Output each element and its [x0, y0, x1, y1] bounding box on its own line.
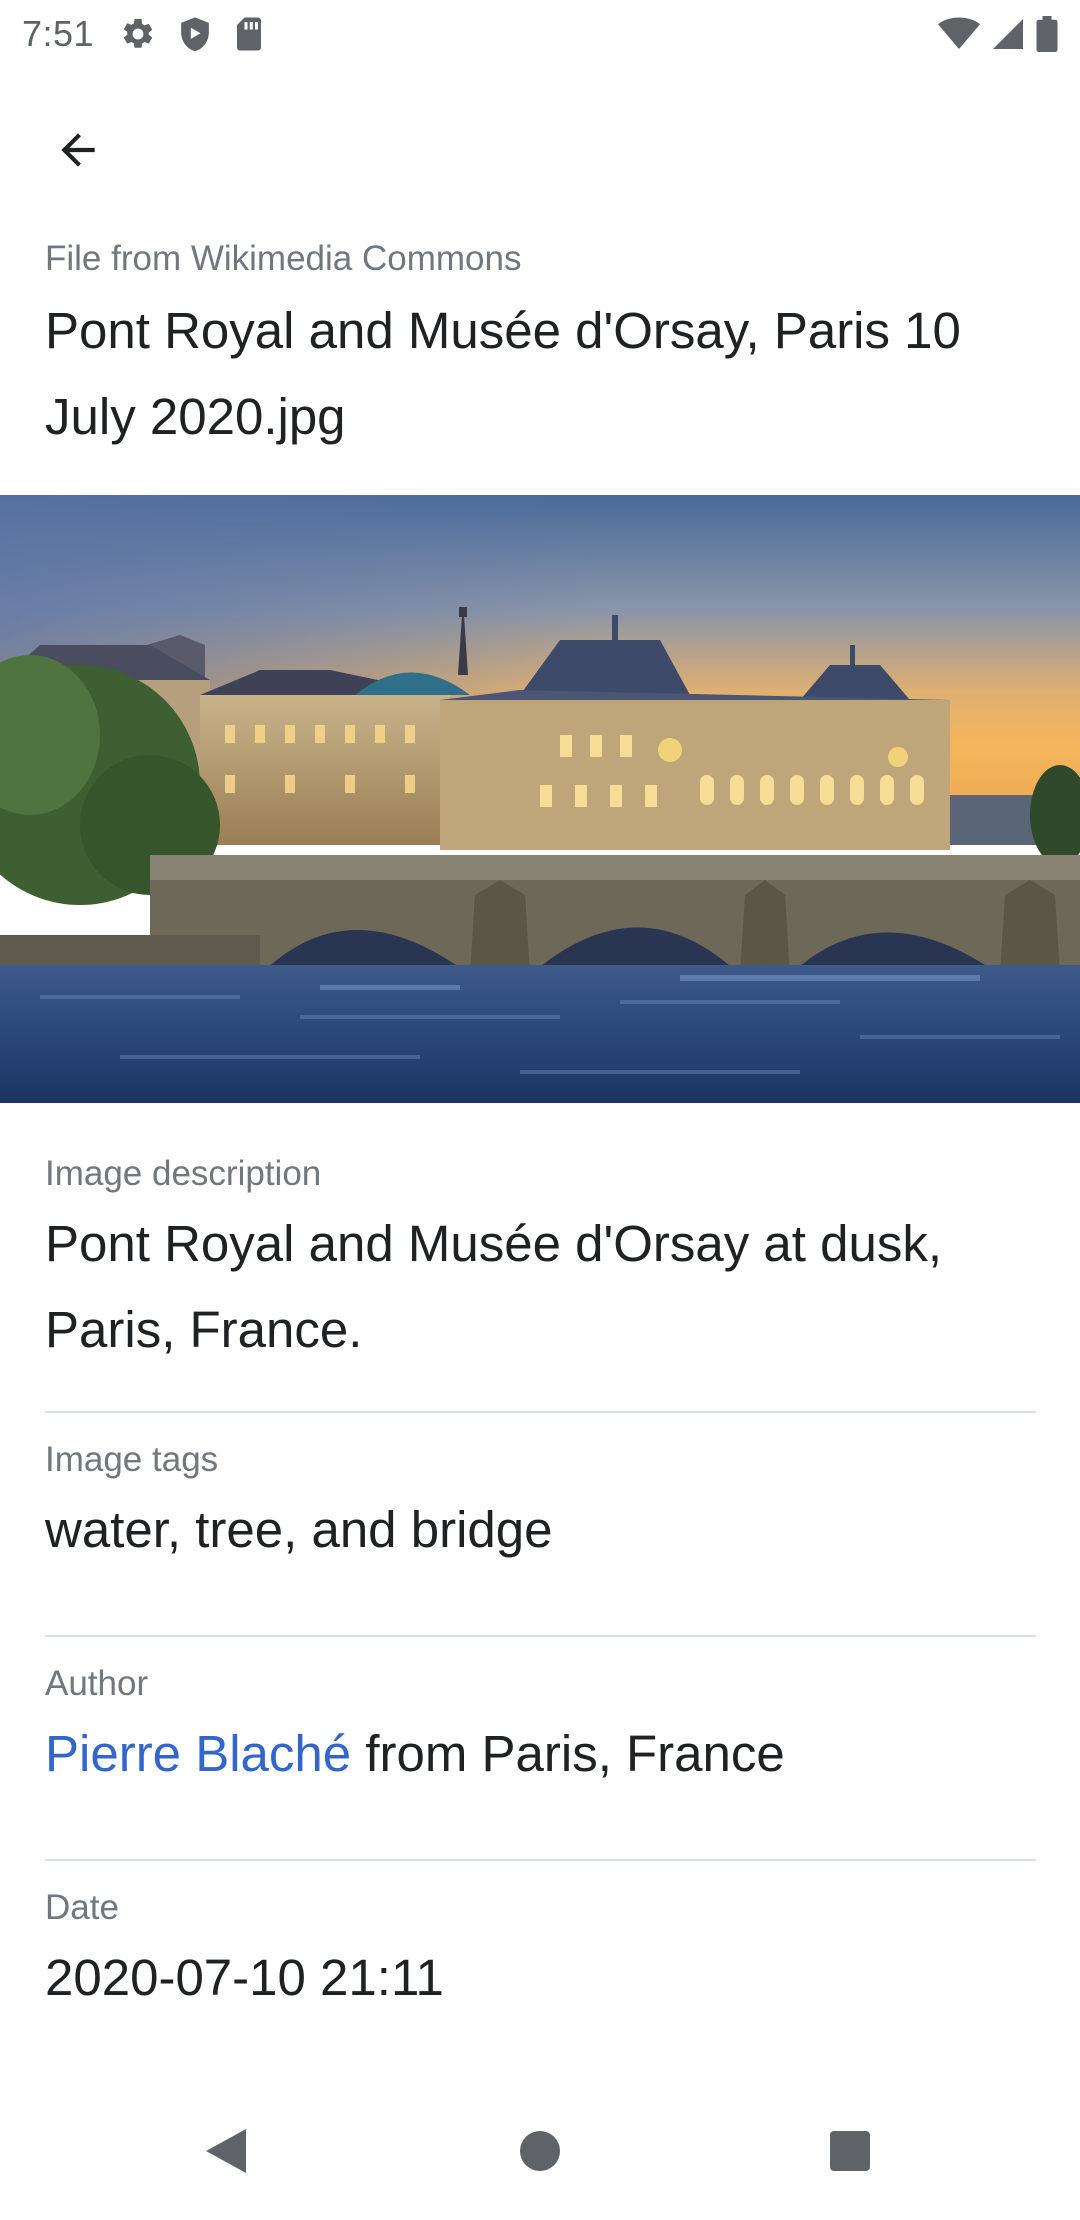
date-section: Date 2020-07-10 21:11	[45, 1861, 1036, 2085]
author-value: Pierre Blaché from Paris, France	[45, 1711, 1036, 1797]
screen: 7:51 File from Wikimedia Commons Pont Ro…	[0, 0, 1080, 2220]
file-title: Pont Royal and Musée d'Orsay, Paris 10 J…	[45, 302, 961, 445]
nav-home-button[interactable]	[500, 2113, 580, 2193]
nav-back-button[interactable]	[186, 2113, 266, 2193]
source-label: File from Wikimedia Commons	[45, 239, 522, 278]
info-sections: Image description Pont Royal and Musée d…	[45, 1145, 1036, 2085]
author-section: Author Pierre Blaché from Paris, France	[45, 1637, 1036, 1861]
back-triangle-icon	[204, 2127, 248, 2180]
status-notification-icons	[120, 16, 264, 52]
status-system-icons	[938, 16, 1058, 52]
photo-image	[0, 495, 1080, 1103]
recents-square-icon	[828, 2129, 872, 2178]
author-link[interactable]: Pierre Blaché	[45, 1725, 351, 1782]
battery-icon	[1036, 16, 1058, 52]
file-header: File from Wikimedia Commons Pont Royal a…	[45, 232, 1035, 460]
nav-recents-button[interactable]	[810, 2113, 890, 2193]
author-label: Author	[45, 1664, 149, 1703]
description-value: Pont Royal and Musée d'Orsay at dusk, Pa…	[45, 1215, 943, 1358]
tags-section: Image tags water, tree, and bridge	[45, 1413, 1036, 1637]
cell-signal-icon	[990, 16, 1026, 52]
description-label: Image description	[45, 1154, 322, 1193]
date-value: 2020-07-10 21:11	[45, 1949, 444, 2006]
tags-label: Image tags	[45, 1440, 219, 1479]
sd-card-icon	[234, 16, 264, 52]
date-label: Date	[45, 1888, 119, 1927]
home-circle-icon	[518, 2129, 562, 2178]
tags-value: water, tree, and bridge	[45, 1501, 553, 1558]
author-location: from Paris, France	[351, 1725, 785, 1782]
status-bar: 7:51	[0, 0, 1080, 68]
toolbar	[0, 80, 1080, 210]
wifi-icon	[938, 16, 980, 52]
back-button[interactable]	[36, 110, 120, 194]
file-image[interactable]	[0, 495, 1080, 1103]
status-left: 7:51	[22, 13, 264, 55]
arrow-back-icon	[53, 125, 103, 180]
description-section: Image description Pont Royal and Musée d…	[45, 1145, 1036, 1413]
settings-icon	[120, 16, 156, 52]
status-time: 7:51	[22, 13, 95, 54]
shield-icon	[178, 16, 212, 52]
